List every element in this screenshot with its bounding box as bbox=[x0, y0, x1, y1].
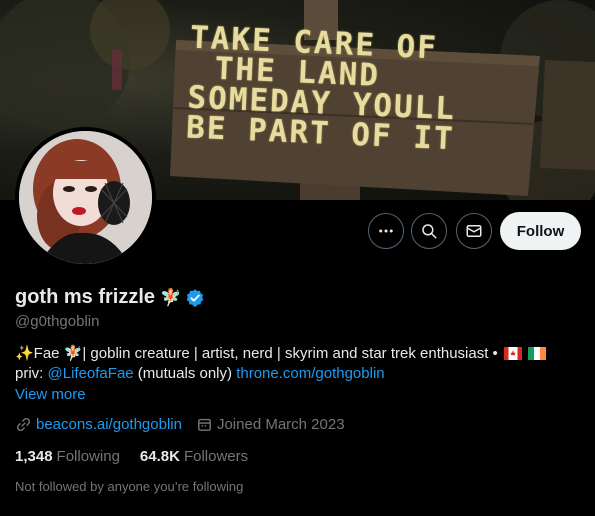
verified-badge-icon[interactable] bbox=[185, 288, 205, 308]
followers-stat[interactable]: 64.8K Followers bbox=[140, 448, 248, 465]
bio-mutuals-text: (mutuals only) bbox=[133, 365, 237, 382]
banner-sign-text: TAKE CARE OF THE LAND SOMEDAY YOULL BE P… bbox=[176, 20, 541, 158]
handle: @g0thgoblin bbox=[15, 313, 100, 330]
bio-line-2: priv: @LifeofaFae (mutuals only) throne.… bbox=[15, 364, 585, 384]
view-more-link[interactable]: View more bbox=[15, 386, 86, 403]
more-horizontal-icon bbox=[379, 229, 393, 233]
followed-by-text: Not followed by anyone you’re following bbox=[15, 479, 244, 494]
message-button[interactable] bbox=[456, 213, 492, 249]
display-name: goth ms frizzle bbox=[15, 286, 156, 308]
mention-link[interactable]: @LifeofaFae bbox=[48, 365, 134, 382]
followers-label: Followers bbox=[183, 448, 249, 465]
joined-date: Joined March 2023 bbox=[216, 416, 345, 433]
search-profile-button[interactable] bbox=[411, 213, 447, 249]
website-link[interactable]: beacons.ai/gothgoblin bbox=[36, 416, 182, 433]
profile-meta: beacons.ai/gothgoblin Joined March 2023 bbox=[15, 416, 359, 433]
bio: ✨Fae 🧚🏻| goblin creature | artist, nerd … bbox=[15, 344, 585, 384]
avatar[interactable] bbox=[15, 127, 156, 268]
link-icon bbox=[16, 417, 31, 432]
search-icon bbox=[422, 224, 437, 239]
calendar-icon bbox=[198, 418, 211, 431]
more-button[interactable] bbox=[368, 213, 404, 249]
joined-item: Joined March 2023 bbox=[196, 416, 345, 433]
canada-flag-icon bbox=[503, 347, 522, 360]
following-stat[interactable]: 1,348 Following bbox=[15, 448, 120, 465]
throne-link[interactable]: throne.com/gothgoblin bbox=[236, 365, 384, 382]
followers-count: 64.8K bbox=[139, 448, 180, 465]
envelope-icon bbox=[466, 225, 482, 237]
bio-text: ✨Fae 🧚🏻| goblin creature | artist, nerd … bbox=[15, 345, 498, 362]
follow-stats: 1,348 Following 64.8K Followers bbox=[15, 448, 268, 465]
name-row: goth ms frizzle 🧚🏻 bbox=[15, 286, 205, 309]
following-count: 1,348 bbox=[15, 448, 53, 465]
website-item: beacons.ai/gothgoblin bbox=[15, 416, 182, 433]
follow-button[interactable]: Follow bbox=[500, 212, 581, 250]
fairy-emoji: 🧚🏻 bbox=[160, 287, 182, 307]
bio-priv-label: priv: bbox=[15, 365, 48, 382]
following-label: Following bbox=[56, 448, 120, 465]
ireland-flag-icon bbox=[528, 347, 547, 360]
profile-photo bbox=[19, 131, 152, 264]
bio-line-1: ✨Fae 🧚🏻| goblin creature | artist, nerd … bbox=[15, 344, 585, 364]
